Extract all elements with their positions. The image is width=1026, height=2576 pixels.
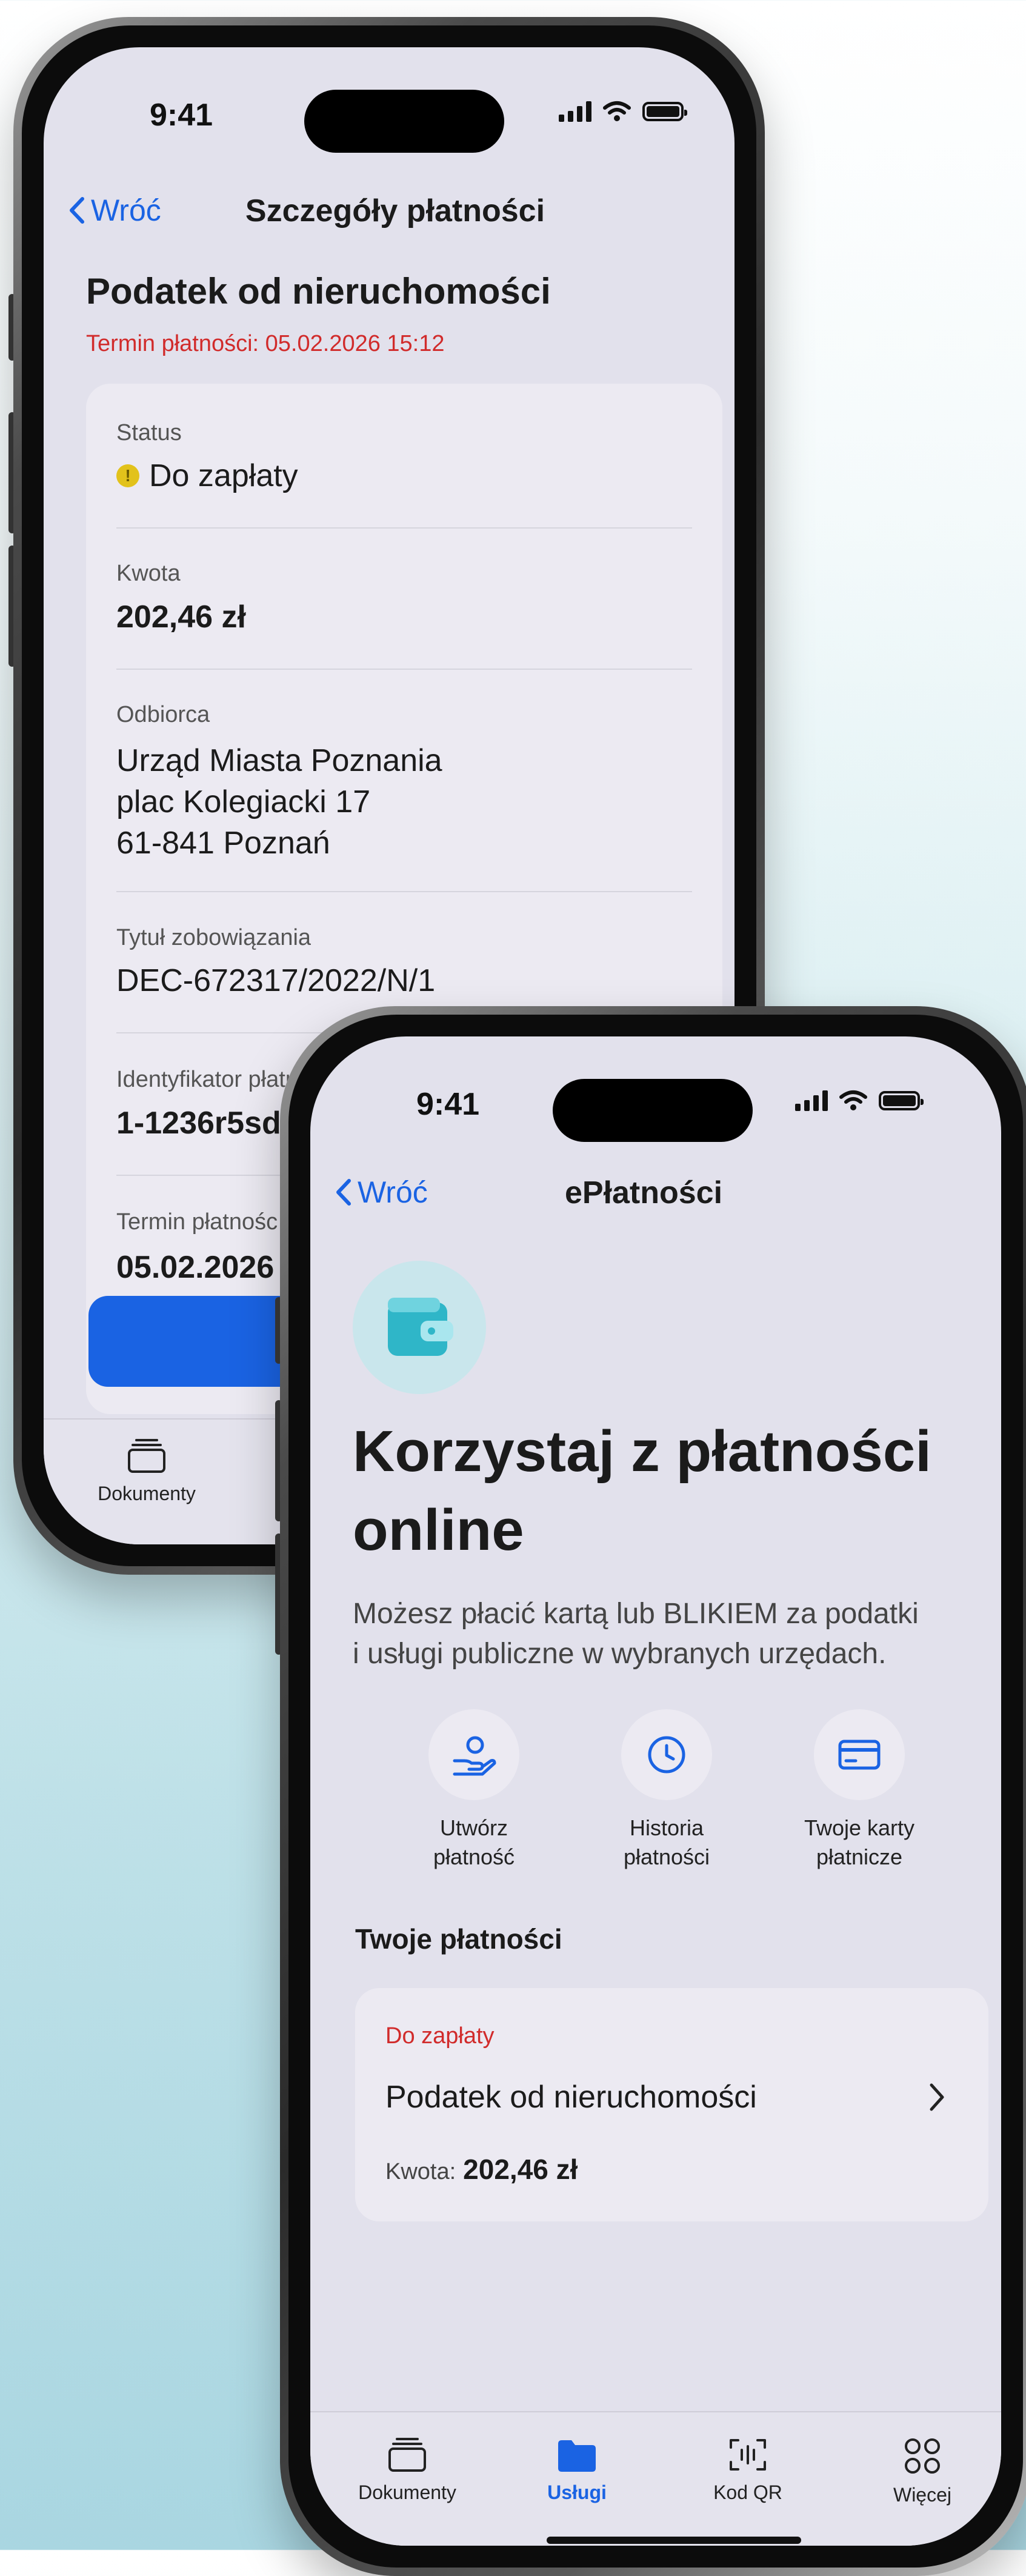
title-label: Tytuł zobowiązania bbox=[116, 925, 311, 950]
back-label: Wróć bbox=[91, 193, 161, 227]
payment-amount: Kwota: 202,46 zł bbox=[385, 2153, 578, 2186]
action-label: Twoje karty płatnicze bbox=[804, 1815, 915, 1869]
wallet-icon bbox=[388, 1298, 453, 1356]
recipient-label: Odbiorca bbox=[116, 702, 210, 727]
home-indicator[interactable] bbox=[547, 2537, 801, 2544]
back-button[interactable]: Wróć bbox=[68, 193, 161, 228]
folder-icon bbox=[558, 2440, 596, 2472]
documents-icon bbox=[128, 1439, 165, 1473]
signal-icon bbox=[559, 101, 591, 122]
credit-card-icon bbox=[838, 1740, 881, 1770]
divider bbox=[116, 527, 692, 529]
chevron-left-icon bbox=[70, 197, 84, 224]
status-time: 9:41 bbox=[416, 1087, 480, 1122]
chevron-right-icon bbox=[930, 2083, 944, 2111]
battery-icon bbox=[642, 102, 687, 121]
amount-label: Kwota bbox=[116, 561, 181, 586]
hero-text: Możesz płacić kartą lub BLIKIEM za podat… bbox=[353, 1598, 919, 1670]
tab-label: Usługi bbox=[547, 2481, 607, 2503]
tab-label: Dokumenty bbox=[358, 2481, 456, 2503]
divider bbox=[116, 891, 692, 892]
action-payment-history[interactable]: Historia płatności bbox=[594, 1709, 739, 1872]
title-value: DEC-672317/2022/N/1 bbox=[116, 963, 436, 998]
amount-label: Kwota: bbox=[385, 2159, 456, 2184]
tab-label: Dokumenty bbox=[98, 1483, 196, 1504]
status-icons bbox=[559, 101, 687, 122]
payment-status: Do zapłaty bbox=[385, 2023, 495, 2049]
tab-documents[interactable]: Dokumenty bbox=[74, 1438, 219, 1505]
action-icon-circle bbox=[621, 1709, 712, 1800]
action-icon-circle bbox=[814, 1709, 905, 1800]
warning-dot-icon: ! bbox=[116, 464, 139, 487]
payment-id-label: Identyfikator płatn bbox=[116, 1067, 298, 1092]
status-time: 9:41 bbox=[150, 98, 213, 133]
deadline-text: Termin płatności: 05.02.2026 15:12 bbox=[86, 331, 445, 356]
recipient-address: Urząd Miasta Poznania plac Kolegiacki 17… bbox=[116, 743, 442, 861]
action-icon-circle bbox=[428, 1709, 519, 1800]
tab-more[interactable]: Więcej bbox=[856, 2437, 989, 2506]
section-title: Twoje płatności bbox=[355, 1923, 562, 1955]
action-payment-cards[interactable]: Twoje karty płatnicze bbox=[787, 1709, 932, 1872]
tab-services[interactable]: Usługi bbox=[510, 2437, 644, 2504]
payment-card[interactable]: Do zapłaty Podatek od nieruchomości Kwot… bbox=[355, 1988, 988, 2221]
signal-icon bbox=[795, 1090, 828, 1111]
wifi-icon bbox=[839, 1090, 867, 1110]
wallet-badge bbox=[353, 1261, 486, 1394]
documents-icon bbox=[388, 2438, 426, 2472]
dynamic-island bbox=[553, 1079, 753, 1142]
chevron-left-icon bbox=[336, 1179, 351, 1206]
clock-icon bbox=[648, 1736, 685, 1774]
nav-title: ePłatności bbox=[564, 1175, 723, 1210]
status-value: ! Do zapłaty bbox=[116, 458, 298, 494]
wifi-icon bbox=[603, 101, 631, 121]
nav-title: Szczegóły płatności bbox=[245, 193, 545, 229]
back-button[interactable]: Wróć bbox=[335, 1175, 428, 1210]
qr-scan-icon bbox=[730, 2439, 766, 2471]
payment-heading: Podatek od nieruchomości bbox=[86, 271, 551, 312]
grid-icon bbox=[905, 2438, 940, 2474]
tab-documents[interactable]: Dokumenty bbox=[341, 2437, 474, 2504]
tab-qr-code[interactable]: Kod QR bbox=[681, 2437, 814, 2504]
action-label: Utwórz płatność bbox=[433, 1815, 515, 1869]
tab-label: Więcej bbox=[893, 2484, 951, 2506]
hand-coin-icon bbox=[453, 1736, 496, 1776]
phone-epayments: 9:41 Wróć ePłatności Korzystaj z płatnoś… bbox=[280, 1006, 1026, 2576]
action-create-payment[interactable]: Utwórz płatność bbox=[401, 1709, 547, 1872]
payment-id-value: 1-1236r5sd- bbox=[116, 1106, 292, 1141]
phone-bezel: 9:41 Wróć ePłatności Korzystaj z płatnoś… bbox=[288, 1015, 1023, 2568]
battery-icon bbox=[879, 1091, 924, 1110]
status-icons bbox=[795, 1090, 924, 1112]
action-label: Historia płatności bbox=[623, 1815, 710, 1869]
payment-title: Podatek od nieruchomości bbox=[385, 2080, 757, 2115]
tab-bar: Dokumenty Usługi Kod QR Więcej bbox=[310, 2411, 1001, 2546]
phone-screen: 9:41 Wróć ePłatności Korzystaj z płatnoś… bbox=[310, 1036, 1001, 2546]
due-date-value: 05.02.2026 bbox=[116, 1250, 275, 1285]
amount-value: 202,46 zł bbox=[463, 2154, 578, 2185]
due-date-label: Termin płatnośc bbox=[116, 1209, 278, 1235]
hero-title: Korzystaj z płatności online bbox=[353, 1419, 931, 1563]
status-label: Status bbox=[116, 420, 182, 445]
back-label: Wróć bbox=[358, 1175, 428, 1209]
divider bbox=[116, 669, 692, 670]
dynamic-island bbox=[304, 90, 504, 153]
amount-value: 202,46 zł bbox=[116, 599, 246, 635]
tab-label: Kod QR bbox=[713, 2481, 782, 2503]
